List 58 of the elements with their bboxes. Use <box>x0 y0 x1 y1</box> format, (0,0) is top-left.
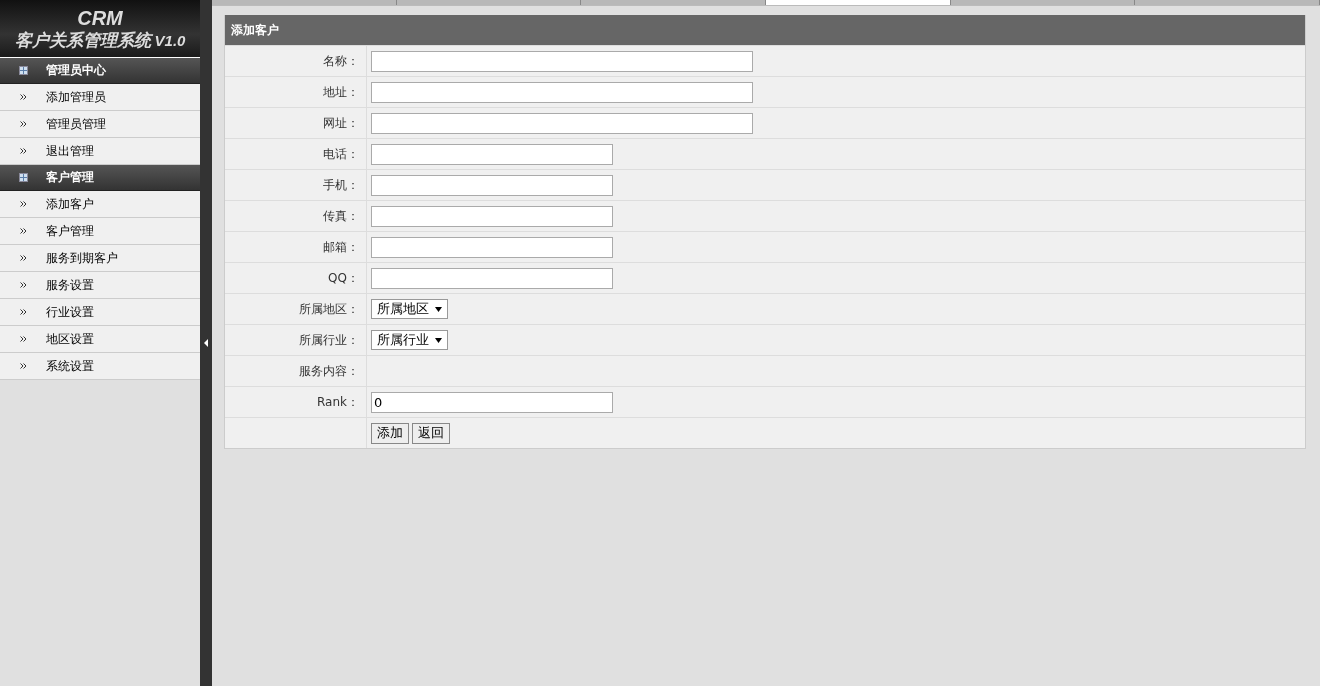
form-button[interactable]: 返回 <box>412 422 450 444</box>
double-chevron-icon <box>20 309 27 315</box>
field-label: 传真： <box>225 201 367 231</box>
sidebar-item[interactable]: 添加客户 <box>0 191 200 218</box>
sidebar-item[interactable]: 客户管理 <box>0 218 200 245</box>
group-label: 客户管理 <box>46 169 94 186</box>
collapse-arrow-icon <box>204 339 208 347</box>
form-button[interactable]: 添加 <box>371 422 409 444</box>
input-field[interactable]: 0 <box>371 391 613 413</box>
sidebar-item[interactable]: 退出管理 <box>0 138 200 165</box>
grid-icon <box>19 66 28 75</box>
double-chevron-icon <box>20 282 27 288</box>
group-label: 管理员中心 <box>46 62 106 79</box>
field-label: 服务内容： <box>225 356 367 386</box>
input-field[interactable] <box>371 81 753 103</box>
double-chevron-icon <box>20 201 27 207</box>
field-label: 所属行业： <box>225 325 367 355</box>
input-field[interactable] <box>371 112 753 134</box>
double-chevron-icon <box>20 336 27 342</box>
field-label: 所属地区： <box>225 294 367 324</box>
sidebar-group-header[interactable]: 管理员中心 <box>0 58 200 84</box>
field-label: QQ： <box>225 263 367 293</box>
dropdown[interactable]: 所属行业 <box>371 330 448 350</box>
sidebar-item[interactable]: 服务设置 <box>0 272 200 299</box>
sidebar-item[interactable]: 服务到期客户 <box>0 245 200 272</box>
input-field[interactable] <box>371 236 613 258</box>
field-label: 邮箱： <box>225 232 367 262</box>
panel-title: 添加客户 <box>231 21 279 39</box>
sidebar-item[interactable]: 管理员管理 <box>0 111 200 138</box>
sidebar-group-header[interactable]: 客户管理 <box>0 165 200 191</box>
dropdown[interactable]: 所属地区 <box>371 299 448 319</box>
sidebar-item[interactable]: 行业设置 <box>0 299 200 326</box>
sidebar-item[interactable]: 地区设置 <box>0 326 200 353</box>
sidebar-item[interactable]: 添加管理员 <box>0 84 200 111</box>
field-label: Rank： <box>225 387 367 417</box>
double-chevron-icon <box>20 363 27 369</box>
double-chevron-icon <box>20 228 27 234</box>
caret-icon <box>435 306 442 312</box>
double-chevron-icon <box>20 255 27 261</box>
logo-subtitle: 客户关系管理系统 <box>14 28 151 51</box>
double-chevron-icon <box>20 121 27 127</box>
double-chevron-icon <box>20 148 27 154</box>
field-label: 网址： <box>225 108 367 138</box>
grid-icon <box>19 173 28 182</box>
logo-title: CRM <box>77 6 123 29</box>
input-field[interactable] <box>371 174 613 196</box>
field-label: 名称： <box>225 46 367 76</box>
input-field[interactable] <box>371 205 613 227</box>
sidebar-item[interactable]: 系统设置 <box>0 353 200 380</box>
input-field[interactable] <box>371 267 613 289</box>
input-field[interactable] <box>371 143 613 165</box>
caret-icon <box>435 337 442 343</box>
double-chevron-icon <box>20 94 27 100</box>
input-field[interactable] <box>371 50 753 72</box>
field-label: 手机： <box>225 170 367 200</box>
field-label: 地址： <box>225 77 367 107</box>
logo-version: V1.0 <box>154 31 186 49</box>
field-label: 电话： <box>225 139 367 169</box>
